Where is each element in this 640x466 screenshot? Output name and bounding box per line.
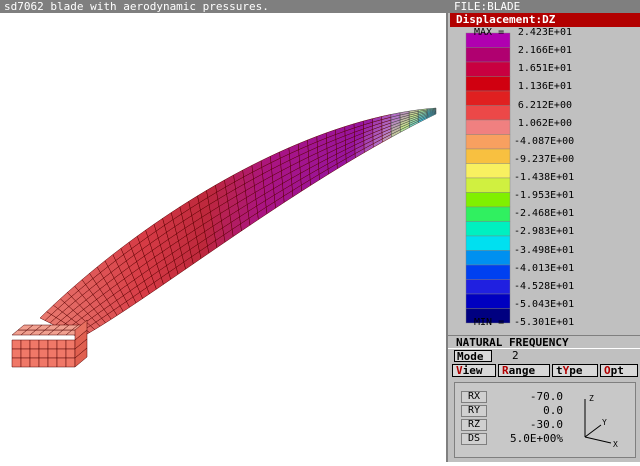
model-viewport[interactable] bbox=[0, 13, 446, 462]
axis-y-label: Y bbox=[602, 418, 607, 427]
axis-triad-icon: Z Y X bbox=[584, 394, 618, 449]
legend-swatch bbox=[465, 47, 511, 63]
menu-bar: View Range tYpe Opt bbox=[448, 363, 640, 378]
legend-swatch bbox=[465, 250, 511, 266]
legend-max-label: MAX = bbox=[474, 27, 505, 38]
legend-swatch bbox=[465, 134, 511, 150]
view-settings-box: RX -70.0 RY 0.0 RZ -30.0 DS 5.0E+00% Z Y… bbox=[454, 382, 636, 458]
opt-menu-label: pt bbox=[610, 364, 624, 377]
legend-value: 1.062E+00 bbox=[517, 117, 572, 129]
view-menu-button[interactable]: View bbox=[452, 364, 496, 377]
legend-value: -2.468E+01 bbox=[514, 208, 575, 220]
opt-menu-button[interactable]: Opt bbox=[600, 364, 638, 377]
ds-value[interactable]: 5.0E+00% bbox=[493, 433, 563, 445]
legend-value: -5.043E+01 bbox=[514, 298, 575, 310]
window-title: sd7062 blade with aerodynamic pressures. bbox=[0, 0, 446, 13]
legend-swatch bbox=[465, 221, 511, 237]
rz-value[interactable]: -30.0 bbox=[493, 419, 563, 431]
legend-value: -9.237E+00 bbox=[514, 153, 575, 165]
legend-swatch bbox=[465, 119, 511, 135]
legend-swatch bbox=[465, 90, 511, 106]
range-menu-button[interactable]: Range bbox=[498, 364, 550, 377]
legend-value: -4.528E+01 bbox=[514, 280, 575, 292]
legend-min-label: MIN = bbox=[474, 317, 505, 328]
type-menu-label: pe bbox=[569, 364, 583, 377]
range-menu-label: ange bbox=[508, 364, 536, 377]
file-label: FILE:BLADE bbox=[448, 0, 640, 13]
legend-swatch bbox=[465, 279, 511, 295]
natural-frequency-label: NATURAL FREQUENCY bbox=[448, 335, 640, 349]
legend-swatch bbox=[465, 192, 511, 208]
ry-key: RY bbox=[461, 405, 487, 417]
legend-value: 1.651E+01 bbox=[517, 63, 572, 75]
result-title: Displacement:DZ bbox=[450, 13, 640, 27]
legend-swatch bbox=[465, 163, 511, 179]
axis-x-label: X bbox=[613, 440, 618, 449]
view-menu-hotkey: V bbox=[456, 364, 463, 377]
legend-value: -2.983E+01 bbox=[514, 226, 575, 238]
type-menu-prefix: t bbox=[556, 364, 563, 377]
color-legend: 2.423E+01 2.166E+01 1.651E+01 1.136E+01 6.21… bbox=[448, 27, 640, 335]
legend-swatch bbox=[465, 177, 511, 193]
legend-value: -3.498E+01 bbox=[514, 244, 575, 256]
mode-value[interactable]: 2 bbox=[512, 350, 519, 362]
control-panel: FILE:BLADE Displacement:DZ 2.423E+01 2.16… bbox=[446, 0, 640, 462]
legend-swatch bbox=[465, 61, 511, 77]
legend-swatch bbox=[465, 148, 511, 164]
legend-swatch bbox=[465, 206, 511, 222]
legend-value: -1.953E+01 bbox=[514, 190, 575, 202]
ry-value[interactable]: 0.0 bbox=[493, 405, 563, 417]
legend-value: -5.301E+01 bbox=[514, 317, 575, 328]
legend-value: 2.166E+01 bbox=[517, 45, 572, 57]
legend-value: 6.212E+00 bbox=[517, 99, 572, 111]
opt-menu-hotkey: O bbox=[604, 364, 611, 377]
rx-value[interactable]: -70.0 bbox=[493, 391, 563, 403]
legend-value: 2.423E+01 bbox=[517, 27, 572, 38]
rz-key: RZ bbox=[461, 419, 487, 431]
rx-key: RX bbox=[461, 391, 487, 403]
blade-mesh bbox=[11, 107, 437, 368]
mode-label: Mode bbox=[454, 350, 492, 363]
view-menu-label: iew bbox=[462, 364, 483, 377]
legend-swatch bbox=[465, 235, 511, 251]
legend-swatch bbox=[465, 293, 511, 309]
range-menu-hotkey: R bbox=[502, 364, 509, 377]
legend-swatch bbox=[465, 264, 511, 280]
mode-row: Mode 2 bbox=[448, 349, 640, 363]
legend-value: -4.013E+01 bbox=[514, 262, 575, 274]
type-menu-button[interactable]: tYpe bbox=[552, 364, 598, 377]
legend-swatch bbox=[465, 76, 511, 92]
legend-swatch bbox=[465, 105, 511, 121]
legend-value: -1.438E+01 bbox=[514, 172, 575, 183]
legend-value: 1.136E+01 bbox=[517, 81, 572, 93]
axis-z-label: Z bbox=[589, 394, 594, 403]
legend-value: -4.087E+00 bbox=[514, 135, 575, 147]
ds-key: DS bbox=[461, 433, 487, 445]
